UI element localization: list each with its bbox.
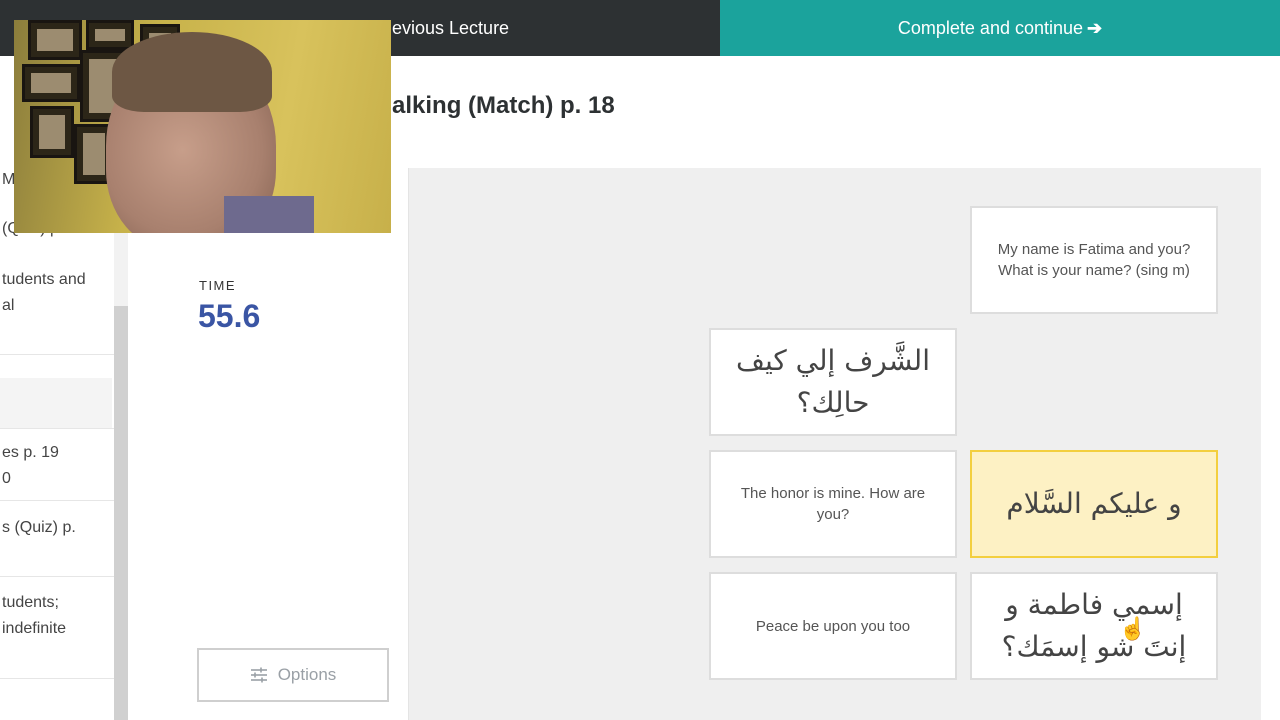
picture-frame	[22, 64, 80, 102]
sidebar-divider	[0, 354, 114, 355]
sidebar-divider	[0, 428, 114, 429]
previous-lecture-link[interactable]: evious Lecture	[392, 0, 509, 56]
match-tile[interactable]: The honor is mine. How are you?	[709, 450, 957, 558]
sidebar-divider	[0, 678, 114, 679]
sidebar-item[interactable]: tudents;	[2, 590, 59, 616]
complete-and-continue-button[interactable]: Complete and continue ➔	[720, 0, 1280, 56]
tile-text: My name is Fatima and you? What is your …	[997, 241, 1191, 279]
sidebar-divider	[0, 576, 114, 577]
complete-label: Complete and continue	[897, 18, 1084, 38]
tile-text: إسمي فاطمة و إنتَ شو إسمَك؟	[1001, 588, 1187, 663]
sidebar-item[interactable]: tudents and	[2, 267, 86, 293]
picture-frame	[30, 106, 74, 158]
tile-text: و عليكم السَّلام	[1006, 487, 1182, 520]
match-tile[interactable]: Peace be upon you too	[709, 572, 957, 680]
tile-text: الشَّرف إلي كيف حالِك؟	[736, 344, 930, 419]
sidebar-scrollbar-thumb[interactable]	[114, 306, 128, 720]
time-value: 55.6	[198, 298, 261, 334]
tile-text: The honor is mine. How are you?	[740, 485, 926, 523]
sliders-icon	[250, 667, 267, 683]
match-tile[interactable]: الشَّرف إلي كيف حالِك؟	[709, 328, 957, 436]
match-game-panel	[130, 168, 409, 720]
hand-cursor-icon: ☝	[1119, 616, 1147, 641]
match-tile-selected[interactable]: و عليكم السَّلام	[970, 450, 1218, 558]
sidebar-item[interactable]: es p. 19	[2, 440, 59, 466]
match-tile[interactable]: My name is Fatima and you? What is your …	[970, 206, 1218, 314]
sidebar-item[interactable]: 0	[2, 466, 11, 492]
options-label: Options	[277, 665, 337, 684]
tile-text: Peace be upon you too	[755, 617, 911, 635]
sidebar-item[interactable]: indefinite	[2, 616, 66, 642]
match-tile[interactable]: إسمي فاطمة و إنتَ شو إسمَك؟	[970, 572, 1218, 680]
webcam-overlay	[14, 20, 391, 233]
sidebar-section-header	[0, 378, 112, 428]
lecture-title: alking (Match) p. 18	[392, 92, 615, 119]
person-shirt	[224, 196, 314, 233]
sidebar-divider	[0, 500, 114, 501]
sidebar-item[interactable]: al	[2, 293, 14, 319]
person-hair	[112, 32, 272, 112]
time-label: TIME	[199, 278, 237, 293]
options-button[interactable]: Options	[197, 648, 389, 702]
sidebar-item[interactable]: s (Quiz) p.	[2, 515, 76, 541]
picture-frame	[28, 20, 82, 60]
picture-frame	[86, 20, 134, 50]
arrow-right-icon: ➔	[1087, 18, 1103, 38]
